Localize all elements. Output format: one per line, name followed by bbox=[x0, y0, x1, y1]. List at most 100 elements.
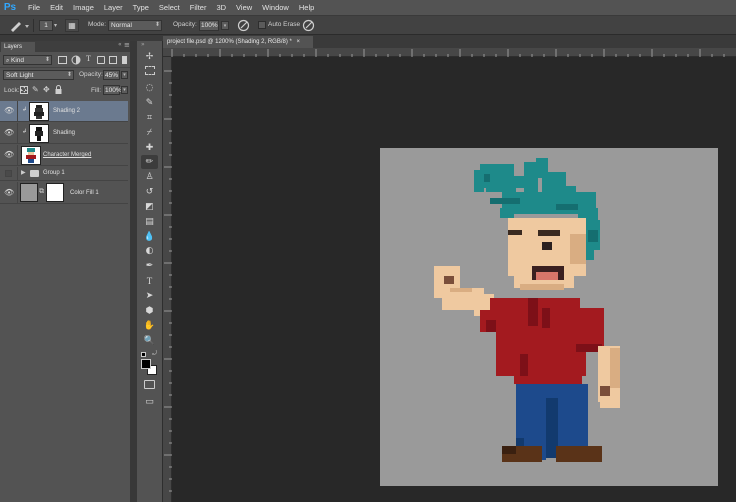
eye-icon[interactable]: 👁 bbox=[4, 189, 14, 197]
clone-stamp-tool-icon[interactable]: ♙ bbox=[141, 170, 158, 184]
visibility-empty-box[interactable] bbox=[5, 170, 12, 177]
layer-name: Character Merged bbox=[43, 152, 92, 158]
canvas-workspace[interactable] bbox=[172, 57, 736, 502]
healing-brush-tool-icon[interactable]: ✚ bbox=[141, 141, 158, 155]
menu-type[interactable]: Type bbox=[128, 0, 154, 16]
mode-label: Mode: bbox=[88, 21, 107, 28]
panel-menu-icon[interactable]: ≡ bbox=[124, 41, 130, 49]
brush-size-field[interactable]: 1 bbox=[39, 20, 53, 31]
pressure-size-icon[interactable] bbox=[302, 19, 315, 32]
blur-tool-icon[interactable]: 💧 bbox=[141, 230, 158, 244]
eraser-tool-icon[interactable]: ◩ bbox=[141, 200, 158, 214]
quick-mask-icon[interactable] bbox=[141, 380, 158, 394]
lock-pixels-icon[interactable]: ✎ bbox=[32, 85, 39, 94]
layer-opacity-dropdown-icon[interactable]: ▾ bbox=[121, 71, 128, 79]
menu-edit[interactable]: Edit bbox=[45, 0, 68, 16]
horizontal-ruler[interactable] bbox=[163, 48, 736, 57]
eye-icon[interactable]: 👁 bbox=[4, 151, 14, 159]
tools-collapse-icon[interactable]: » bbox=[141, 41, 145, 48]
blend-mode-select[interactable]: Soft Light ⬍ bbox=[3, 70, 74, 80]
menu-file[interactable]: File bbox=[23, 0, 45, 16]
layer-thumbnail bbox=[29, 102, 49, 121]
type-tool-icon[interactable]: T bbox=[141, 274, 158, 288]
chevron-right-icon[interactable]: ▶ bbox=[21, 169, 26, 176]
default-colors-icon[interactable] bbox=[141, 352, 146, 357]
brush-dropdown-icon[interactable]: ▾ bbox=[54, 22, 57, 29]
shape-tool-icon[interactable]: ⬢ bbox=[141, 304, 158, 318]
crop-tool-icon[interactable]: ⌗ bbox=[141, 111, 158, 125]
menu-image[interactable]: Image bbox=[68, 0, 99, 16]
filter-toggle-icon[interactable] bbox=[122, 56, 127, 64]
screen-mode-icon[interactable]: ▭ bbox=[141, 395, 158, 409]
chain-link-icon[interactable]: ⧉ bbox=[39, 187, 44, 196]
collapse-icon[interactable]: « bbox=[118, 41, 122, 48]
document-tab[interactable]: project file.psd @ 1200% (Shading 2, RGB… bbox=[163, 36, 313, 48]
layer-row-group-1[interactable]: ▶ Group 1 bbox=[0, 167, 128, 181]
close-icon[interactable]: × bbox=[297, 39, 301, 45]
hand-tool-icon[interactable]: ✋ bbox=[141, 319, 158, 333]
pen-tool-icon[interactable]: ✒ bbox=[141, 259, 158, 273]
layer-name: Color Fill 1 bbox=[70, 190, 99, 196]
eye-icon[interactable]: 👁 bbox=[4, 129, 14, 137]
lasso-tool-icon[interactable]: ◌ bbox=[141, 81, 158, 95]
tool-preset-pencil-icon[interactable] bbox=[8, 19, 30, 32]
fill-field[interactable]: 100% bbox=[103, 85, 122, 95]
move-tool-icon[interactable]: ✢ bbox=[141, 50, 158, 64]
gradient-tool-icon[interactable]: ▤ bbox=[141, 215, 158, 229]
pressure-opacity-icon[interactable] bbox=[237, 19, 250, 32]
layer-name: Group 1 bbox=[43, 170, 65, 176]
chevron-down-icon: ⬍ bbox=[66, 72, 72, 78]
panel-divider bbox=[0, 67, 130, 68]
layer-name: Shading 2 bbox=[53, 108, 81, 114]
eye-divider bbox=[17, 101, 18, 122]
auto-erase-checkbox[interactable] bbox=[258, 21, 266, 29]
document-canvas[interactable] bbox=[380, 148, 718, 486]
layer-row-shading-2[interactable]: 👁 ↲ Shading 2 bbox=[0, 101, 128, 122]
dodge-tool-icon[interactable]: ◐ bbox=[141, 244, 158, 258]
layer-row-character-merged[interactable]: 👁 Character Merged bbox=[0, 145, 128, 166]
opacity-field[interactable]: 100% bbox=[199, 20, 219, 31]
layer-filter-select[interactable]: ⌕ Kind ⬍ bbox=[3, 55, 52, 65]
foreground-color-swatch[interactable] bbox=[141, 359, 151, 369]
filter-shape-icon[interactable] bbox=[97, 56, 105, 64]
filter-pixel-icon[interactable] bbox=[58, 56, 67, 64]
eyedropper-tool-icon[interactable]: ⌿ bbox=[141, 126, 158, 140]
layer-opacity-field[interactable]: 45% bbox=[103, 70, 120, 80]
brush-panel-icon[interactable]: ▦ bbox=[65, 19, 79, 32]
menu-view[interactable]: View bbox=[231, 0, 257, 16]
menu-bar: Ps File Edit Image Layer Type Select Fil… bbox=[0, 0, 736, 16]
menu-filter[interactable]: Filter bbox=[185, 0, 212, 16]
eye-icon[interactable]: 👁 bbox=[4, 107, 14, 115]
vertical-ruler[interactable] bbox=[163, 57, 172, 502]
layer-row-shading[interactable]: 👁 ↲ Shading bbox=[0, 123, 128, 144]
filter-adjustment-icon[interactable] bbox=[71, 55, 81, 65]
swap-colors-icon[interactable]: ⤾ bbox=[152, 350, 157, 358]
menu-select[interactable]: Select bbox=[154, 0, 185, 16]
brush-size-value: 1 bbox=[44, 22, 48, 29]
menu-window[interactable]: Window bbox=[257, 0, 294, 16]
layers-panel: Layers « ≡ ⌕ Kind ⬍ T Soft Light ⬍ Opacity… bbox=[0, 41, 130, 502]
menu-layer[interactable]: Layer bbox=[99, 0, 128, 16]
fill-dropdown-icon[interactable]: ▾ bbox=[121, 86, 128, 94]
filter-type-icon[interactable]: T bbox=[86, 54, 91, 63]
tab-layers[interactable]: Layers bbox=[1, 42, 35, 52]
opacity-dropdown-icon[interactable]: ▾ bbox=[221, 21, 229, 30]
options-bar: 1 ▾ ▦ Mode: Normal ⬍ Opacity: 100% ▾ Auto… bbox=[0, 16, 736, 35]
quick-select-tool-icon[interactable]: ✎ bbox=[141, 96, 158, 110]
path-select-tool-icon[interactable]: ➤ bbox=[141, 289, 158, 303]
mode-select[interactable]: Normal ⬍ bbox=[108, 20, 162, 31]
zoom-tool-icon[interactable]: 🔍 bbox=[141, 334, 158, 348]
marquee-tool-icon[interactable] bbox=[141, 66, 158, 80]
layer-thumbnail bbox=[21, 146, 41, 165]
eye-divider bbox=[17, 123, 18, 144]
layer-opacity-label: Opacity: bbox=[79, 71, 103, 78]
menu-3d[interactable]: 3D bbox=[211, 0, 231, 16]
lock-all-icon[interactable] bbox=[55, 85, 62, 94]
lock-transparent-icon[interactable] bbox=[20, 86, 28, 94]
menu-help[interactable]: Help bbox=[294, 0, 319, 16]
filter-smart-object-icon[interactable] bbox=[109, 56, 117, 64]
layer-row-color-fill-1[interactable]: 👁 ⧉ Color Fill 1 bbox=[0, 182, 128, 204]
pencil-tool-icon[interactable]: ✏ bbox=[141, 155, 158, 169]
history-brush-tool-icon[interactable]: ↺ bbox=[141, 185, 158, 199]
lock-position-icon[interactable]: ✥ bbox=[43, 85, 50, 94]
